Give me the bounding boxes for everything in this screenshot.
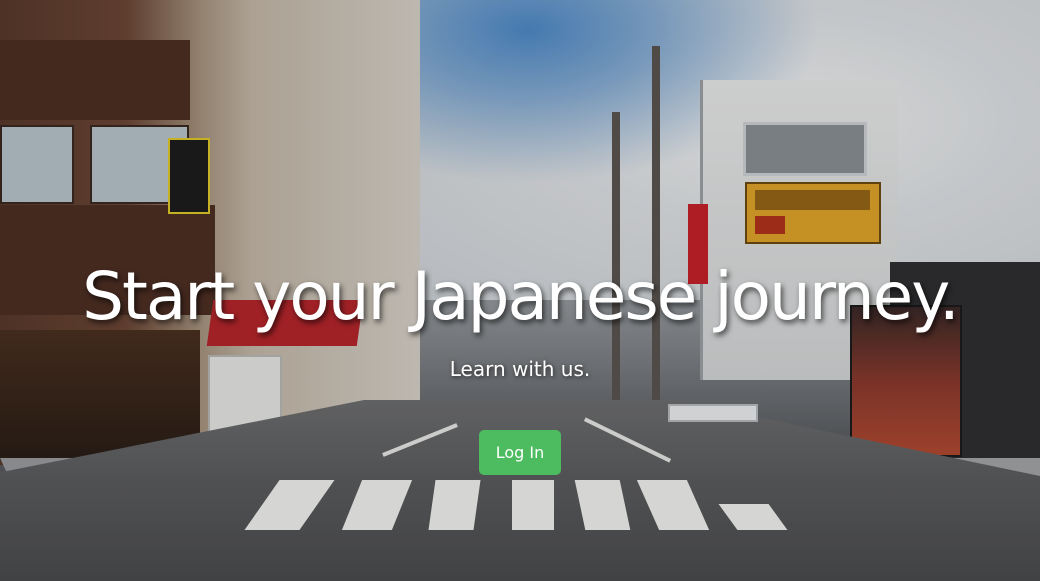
hero-section: Start your Japanese journey. Learn with … [0,0,1040,581]
hero-tagline: Learn with us. [449,357,591,381]
hero-headline: Start your Japanese journey. [82,258,960,335]
login-button[interactable]: Log In [479,430,561,475]
